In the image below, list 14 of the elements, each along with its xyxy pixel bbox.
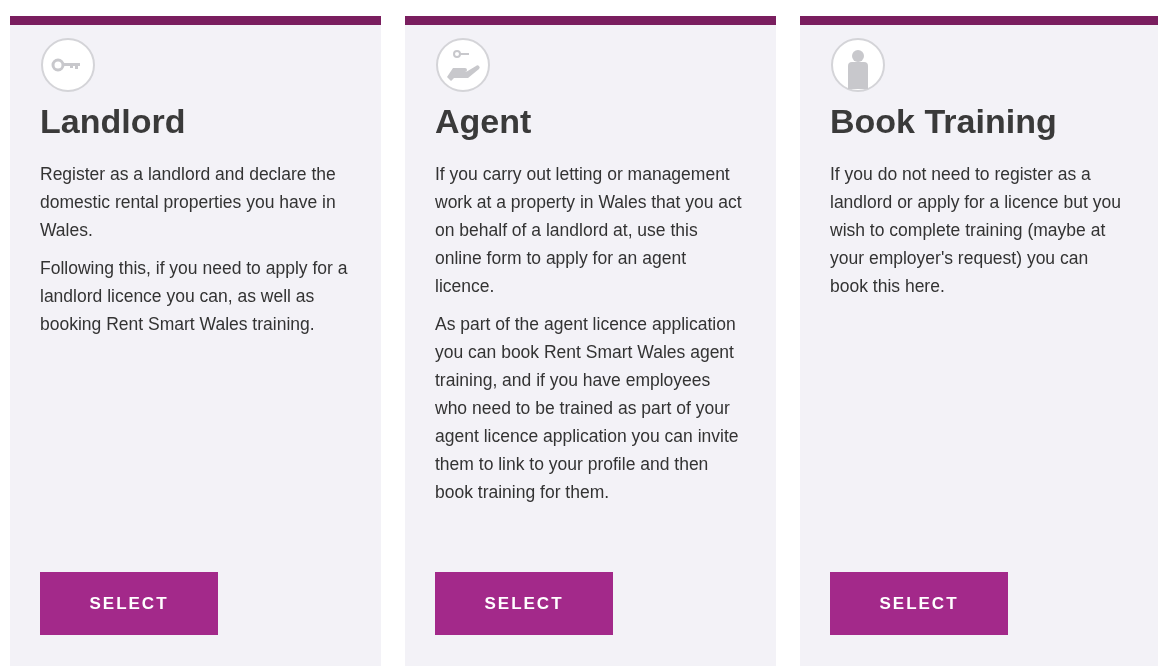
card-description: Register as a landlord and declare the domestic rental properties you have in Wales.: [40, 162, 337, 242]
select-button[interactable]: SELECT: [40, 572, 218, 635]
select-button[interactable]: SELECT: [830, 572, 1008, 635]
card-description: If you carry out letting or management work at a property in Wales that you act on behalf of a landlord at, use this online form to apply for an agent licence.: [435, 162, 743, 298]
card-description: Following this, if you need to apply for a landlord licence you can, as well as booking Rent Smart Wales training.: [40, 256, 349, 336]
card-title: Agent: [435, 101, 533, 142]
select-button[interactable]: SELECT: [435, 572, 613, 635]
card-description: As part of the agent licence application you can book Rent Smart Wales agent training, and if you have employees who need to be trained as part of your agent licence application you can invite them to link to your profile and then book training for them.: [435, 312, 740, 504]
hand-key-icon: [435, 37, 491, 93]
person-icon: [830, 37, 886, 93]
card-description: If you do not need to register as a landlord or apply for a licence but you wish to complete training (maybe at your employer's request) you can book this here.: [830, 162, 1122, 298]
key-icon: [40, 37, 96, 93]
card-title: Landlord: [40, 101, 187, 142]
card-title: Book Training: [830, 101, 1058, 142]
